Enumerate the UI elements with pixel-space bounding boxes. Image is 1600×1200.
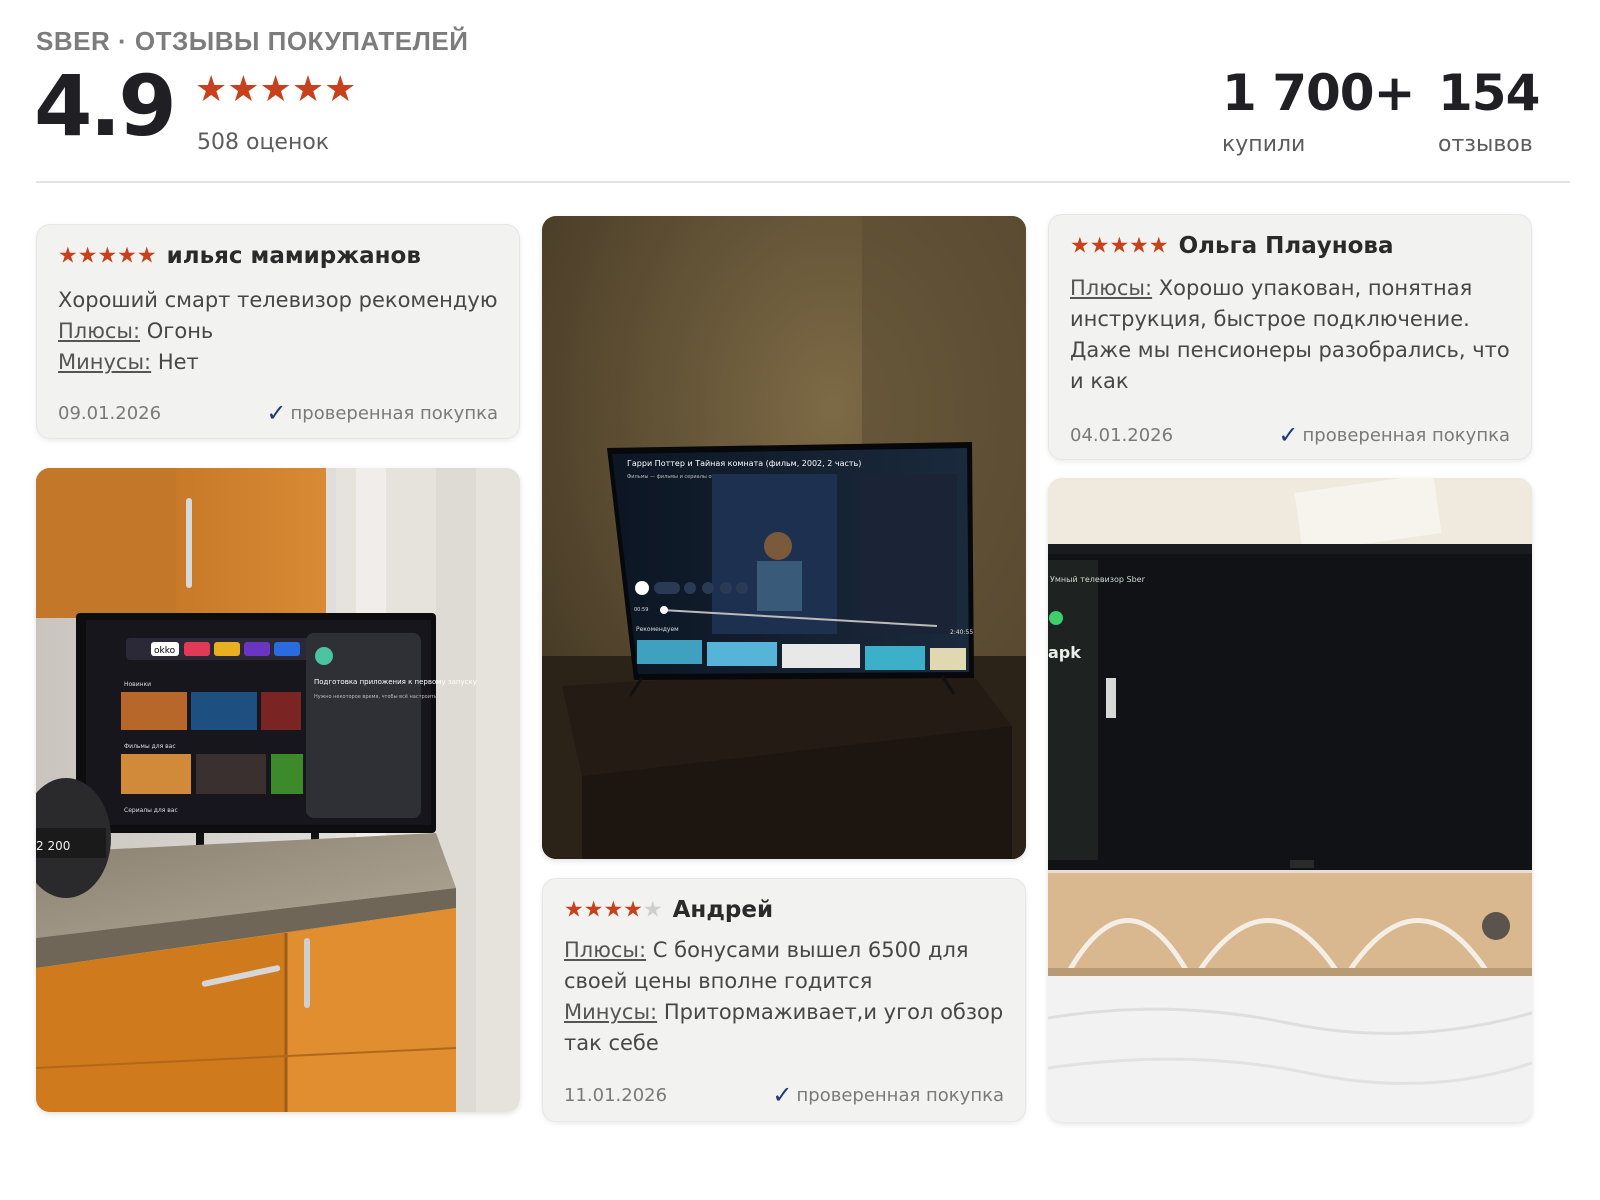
rating-stars: ★★★★★ xyxy=(195,69,357,110)
review-stars: ★★★★★ xyxy=(58,243,157,269)
photo-boxed-tv: Умный телевизор Sber apk xyxy=(1048,478,1532,1122)
check-icon: ✓ xyxy=(266,399,287,427)
svg-text:Нужно некоторое время, чтобы в: Нужно некоторое время, чтобы всё настрои… xyxy=(314,694,437,700)
cons-label: Минусы: xyxy=(564,1000,658,1024)
review-card[interactable]: ★★★★★ Ольга Плаунова Плюсы: Хорошо упаков… xyxy=(1048,214,1532,460)
review-head: ★★★★★ ильяс мамиржанов xyxy=(58,243,421,269)
verified-label: проверенная покупка xyxy=(1302,425,1510,446)
review-date: 11.01.2026 xyxy=(564,1085,668,1106)
review-card[interactable]: ★★★★★ Андрей Плюсы: С бонусами вышел 6500… xyxy=(542,878,1026,1122)
check-icon: ✓ xyxy=(772,1081,793,1109)
svg-text:00:59: 00:59 xyxy=(634,607,648,613)
cons-label: Минусы: xyxy=(58,350,152,374)
stat-reviews-label: отзывов xyxy=(1438,132,1533,157)
review-photo-boxed-tv[interactable]: Умный телевизор Sber apk xyxy=(1048,478,1532,1122)
cons-text: Нет xyxy=(157,350,199,374)
verified-purchase: ✓ проверенная покупка xyxy=(772,1081,1004,1109)
review-stars: ★★★★★ xyxy=(1070,233,1169,259)
verified-label: проверенная покупка xyxy=(796,1085,1004,1106)
review-photo-kitchen-tv[interactable]: okko Новинки Фильмы для вас Сериалы для … xyxy=(36,468,520,1112)
review-date: 04.01.2026 xyxy=(1070,425,1174,446)
review-author: Ольга Плаунова xyxy=(1178,233,1394,259)
review-body: Хороший смарт телевизор рекомендую Плюсы… xyxy=(58,285,499,378)
svg-text:Гарри Поттер и Тайная комната: Гарри Поттер и Тайная комната (фильм, 20… xyxy=(627,459,861,468)
brand-title: SBER · ОТЗЫВЫ ПОКУПАТЕЛЕЙ xyxy=(36,26,469,56)
review-head: ★★★★★ Андрей xyxy=(564,897,773,923)
review-author: ильяс мамиржанов xyxy=(166,243,421,269)
svg-text:Рекомендуем: Рекомендуем xyxy=(636,626,679,633)
svg-text:apk: apk xyxy=(1048,643,1081,662)
review-author: Андрей xyxy=(672,897,774,923)
verified-purchase: ✓ проверенная покупка xyxy=(1278,421,1510,449)
review-body: Плюсы: Хорошо упакован, понятная инструк… xyxy=(1070,273,1511,397)
svg-text:okko: okko xyxy=(154,646,176,656)
svg-text:Новинки: Новинки xyxy=(124,681,151,688)
pros-label: Плюсы: xyxy=(58,319,141,343)
average-rating: 4.9 xyxy=(34,57,177,155)
stat-bought-value: 1 700+ xyxy=(1222,64,1415,122)
header-divider xyxy=(36,181,1570,183)
review-head: ★★★★★ Ольга Плаунова xyxy=(1070,233,1394,259)
review-card[interactable]: ★★★★★ ильяс мамиржанов Хороший смарт теле… xyxy=(36,224,520,439)
review-body: Плюсы: С бонусами вышел 6500 для своей ц… xyxy=(564,935,1005,1059)
photo-kitchen-tv: okko Новинки Фильмы для вас Сериалы для … xyxy=(36,468,520,1112)
stat-reviews-value: 154 xyxy=(1438,64,1540,122)
stat-reviews: 154 отзывов xyxy=(1438,60,1540,157)
pros-label: Плюсы: xyxy=(1070,276,1153,300)
svg-text:Сериалы для вас: Сериалы для вас xyxy=(124,807,178,814)
pros-text: Огонь xyxy=(146,319,214,343)
ratings-count: 508 оценок xyxy=(197,130,330,155)
svg-text:Фильмы для вас: Фильмы для вас xyxy=(124,743,176,750)
stat-bought: 1 700+ купили xyxy=(1222,60,1415,157)
review-date: 09.01.2026 xyxy=(58,403,162,424)
review-stars: ★★★★★ xyxy=(564,897,663,923)
svg-text:Умный телевизор Sber: Умный телевизор Sber xyxy=(1050,575,1146,584)
svg-text:Подготовка приложения к первом: Подготовка приложения к первому запуску xyxy=(314,678,477,686)
pros-label: Плюсы: xyxy=(564,938,647,962)
review-text: Хороший смарт телевизор рекомендую xyxy=(58,288,498,312)
verified-label: проверенная покупка xyxy=(290,403,498,424)
svg-text:2 200: 2 200 xyxy=(36,839,70,853)
svg-text:2:40:55: 2:40:55 xyxy=(950,629,973,636)
verified-purchase: ✓ проверенная покупка xyxy=(266,399,498,427)
check-icon: ✓ xyxy=(1278,421,1299,449)
review-photo-movie-tv[interactable]: Гарри Поттер и Тайная комната (фильм, 20… xyxy=(542,216,1026,859)
photo-movie-tv: Гарри Поттер и Тайная комната (фильм, 20… xyxy=(542,216,1026,859)
stat-bought-label: купили xyxy=(1222,132,1306,157)
